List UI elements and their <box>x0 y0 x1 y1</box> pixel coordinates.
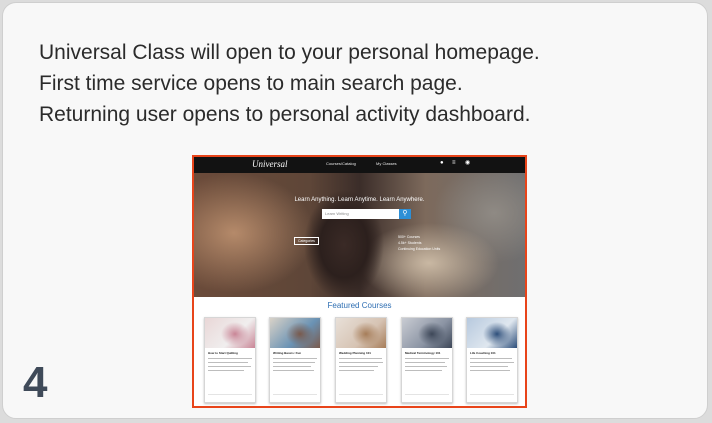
featured-courses-title: Featured Courses <box>327 301 392 310</box>
course-card: Life Coaching 101 <box>466 317 518 403</box>
course-image <box>402 318 452 348</box>
text-line <box>208 362 248 363</box>
text-line <box>208 366 251 367</box>
text-line <box>273 358 317 359</box>
course-title: Medical Terminology 101 <box>405 351 441 355</box>
site-nav-bar: Universal Courses/Catalog My Classes ● ≡… <box>194 157 525 173</box>
hero-tagline: Learn Anything. Learn Anytime. Learn Any… <box>294 197 425 203</box>
course-card-footer <box>339 394 383 399</box>
course-image <box>336 318 386 348</box>
course-title: Life Coaching 101 <box>470 351 496 355</box>
categories-button: Categories <box>294 237 319 245</box>
text-line <box>273 362 315 363</box>
description-line: First time service opens to main search … <box>39 72 463 95</box>
list-icon: ≡ <box>452 160 456 166</box>
course-card: Wedding Planning 101 <box>335 317 387 403</box>
text-line <box>339 362 383 363</box>
search-input: Learn Writing <box>322 209 399 219</box>
description-line: Returning user opens to personal activit… <box>39 103 531 126</box>
hero-stat: Continuing Education Units <box>398 247 441 251</box>
course-title: How to Start Quilting <box>208 351 238 355</box>
text-line <box>470 362 514 363</box>
text-line <box>470 358 512 359</box>
text-line <box>273 366 311 367</box>
description-line: Universal Class will open to your person… <box>39 41 540 64</box>
course-image <box>467 318 517 348</box>
text-line <box>405 362 445 363</box>
text-line <box>405 366 447 367</box>
text-line <box>339 358 382 359</box>
hero-stat: 4.5k+ Students <box>398 241 422 245</box>
text-line <box>339 370 374 371</box>
course-title: Writing Basics: Fun <box>273 351 302 355</box>
course-image <box>205 318 255 348</box>
description-text: Universal Class will open to your person… <box>39 37 689 130</box>
site-logo: Universal <box>252 159 288 169</box>
homepage-screenshot: Universal Courses/Catalog My Classes ● ≡… <box>192 155 527 408</box>
text-line <box>339 366 378 367</box>
settings-icon: ◉ <box>465 160 471 166</box>
text-line <box>470 370 510 371</box>
step-number: 4 <box>23 358 48 407</box>
nav-link-my-classes: My Classes <box>376 161 397 166</box>
course-card: Medical Terminology 101 <box>401 317 453 403</box>
hero-stat: 500+ Courses <box>398 235 420 239</box>
text-line <box>470 366 508 367</box>
nav-link-catalog: Courses/Catalog <box>326 161 356 166</box>
text-line <box>273 370 314 371</box>
course-card-footer <box>208 394 252 399</box>
featured-courses-list: How to Start Quilting Writing Basics: Fu… <box>204 317 519 405</box>
course-card: Writing Basics: Fun <box>269 317 321 403</box>
course-card-footer <box>405 394 449 399</box>
course-card-footer <box>273 394 317 399</box>
text-line <box>405 370 442 371</box>
course-image <box>270 318 320 348</box>
text-line <box>405 358 449 359</box>
hero-banner: Learn Anything. Learn Anytime. Learn Any… <box>194 173 525 297</box>
course-title: Wedding Planning 101 <box>339 351 371 355</box>
search-placeholder: Learn Writing <box>325 211 349 216</box>
user-icon: ● <box>440 160 444 166</box>
text-line <box>208 370 244 371</box>
text-line <box>208 358 252 359</box>
search-icon: ⚲ <box>399 209 411 219</box>
course-card: How to Start Quilting <box>204 317 256 403</box>
course-card-footer <box>470 394 514 399</box>
